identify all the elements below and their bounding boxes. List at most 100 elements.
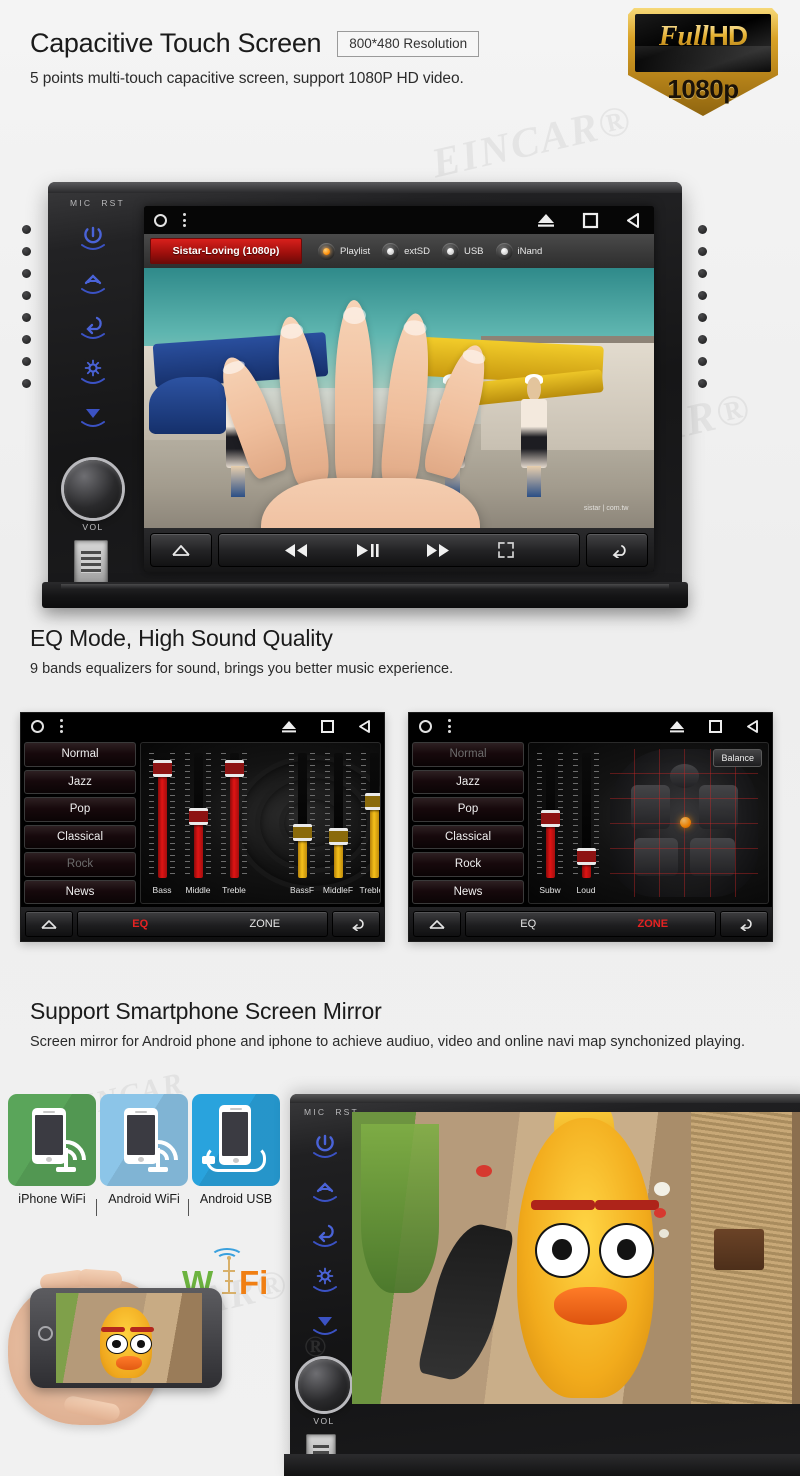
preset-news[interactable]: News: [24, 879, 136, 904]
preset-jazz[interactable]: Jazz: [24, 769, 136, 794]
mic-rst-label: MIC RST: [70, 198, 125, 208]
circle-icon[interactable]: [154, 213, 167, 227]
preset-classical[interactable]: Classical: [412, 824, 524, 849]
balance-position-dot[interactable]: [679, 817, 691, 829]
usb-port: [74, 540, 108, 586]
eq-sliders: Bass Middle Treble BassF MiddleF Trebl: [149, 753, 380, 895]
circle-icon[interactable]: [419, 719, 432, 733]
slider-treblef[interactable]: TrebleF: [360, 753, 380, 895]
home-button[interactable]: [70, 264, 116, 302]
back-triangle-icon[interactable]: [625, 212, 642, 229]
eq-screenshot-right: Normal Jazz Pop Classical Rock News Bala…: [408, 712, 773, 942]
eject-icon[interactable]: [536, 212, 556, 228]
square-recents-icon[interactable]: [582, 212, 599, 229]
preset-jazz[interactable]: Jazz: [412, 769, 524, 794]
skip-next-icon[interactable]: [425, 543, 451, 558]
now-playing-title: Sistar-Loving (1080p): [150, 238, 302, 264]
mirrored-screen-display[interactable]: [352, 1112, 800, 1404]
eq-bottom-bar: EQ ZONE: [21, 907, 384, 941]
source-tab-playlist[interactable]: Playlist: [318, 242, 370, 260]
preset-rock[interactable]: Rock: [412, 852, 524, 877]
preset-normal[interactable]: Normal: [24, 742, 136, 767]
eq-bottom-bar: EQ ZONE: [409, 907, 772, 941]
preset-news[interactable]: News: [412, 879, 524, 904]
fullscreen-icon[interactable]: [497, 541, 515, 559]
volume-knob[interactable]: [298, 1359, 350, 1411]
skip-previous-icon[interactable]: [283, 543, 309, 558]
tile-android-wifi[interactable]: Android WiFi: [100, 1094, 188, 1206]
slider-label: Bass: [152, 885, 172, 895]
home-button[interactable]: [150, 533, 212, 567]
source-tab-usb[interactable]: USB: [441, 242, 484, 260]
badge-full-text: Full: [658, 21, 709, 52]
back-button[interactable]: [720, 911, 768, 937]
eject-button[interactable]: [302, 1304, 348, 1342]
home-button[interactable]: [302, 1172, 348, 1210]
play-pause-icon[interactable]: [355, 543, 379, 558]
back-triangle-icon[interactable]: [357, 719, 372, 734]
tile-label: Android WiFi: [108, 1192, 180, 1206]
tab-zone[interactable]: ZONE: [203, 918, 328, 930]
preset-pop[interactable]: Pop: [412, 797, 524, 822]
back-button[interactable]: [70, 308, 116, 346]
brightness-button[interactable]: [302, 1260, 348, 1298]
slider-label: Middle: [185, 885, 211, 895]
zone-sliders: Subw Loud: [537, 753, 599, 895]
overflow-menu-icon[interactable]: [60, 719, 63, 733]
preset-normal[interactable]: Normal: [412, 742, 524, 767]
eq-zone-tabs: EQ ZONE: [77, 911, 328, 937]
android-status-bar: [409, 713, 772, 739]
brightness-button[interactable]: [70, 352, 116, 390]
badge-hd-text: HD: [708, 20, 748, 51]
home-button[interactable]: [413, 911, 461, 937]
tile-label: Android USB: [199, 1192, 273, 1206]
eject-button[interactable]: [70, 396, 116, 434]
square-recents-icon[interactable]: [320, 719, 335, 734]
tile-iphone-wifi[interactable]: iPhone WiFi: [8, 1094, 96, 1206]
home-button[interactable]: [25, 911, 73, 937]
balance-button[interactable]: Balance: [713, 749, 762, 767]
product-page: EINCAR® EINCAR® EINCAR® EINCAR Capacitiv…: [0, 0, 800, 1476]
overflow-menu-icon[interactable]: [183, 213, 186, 227]
back-button[interactable]: [302, 1216, 348, 1254]
preset-pop[interactable]: Pop: [24, 797, 136, 822]
hardware-button-column: [70, 220, 128, 440]
source-tab-inand[interactable]: iNand: [495, 242, 542, 260]
tab-eq[interactable]: EQ: [78, 918, 203, 930]
section-title: EQ Mode, High Sound Quality: [30, 625, 333, 651]
slider-treble[interactable]: Treble: [221, 753, 247, 895]
volume-knob[interactable]: [64, 460, 122, 518]
wifi-signal-icon: [129, 1131, 187, 1186]
overflow-menu-icon[interactable]: [448, 719, 451, 733]
touchscreen-display[interactable]: Sistar-Loving (1080p) Playlist extSD USB: [144, 206, 654, 572]
volume-label: VOL: [313, 1416, 335, 1426]
power-button[interactable]: [302, 1128, 348, 1166]
square-recents-icon[interactable]: [708, 719, 723, 734]
tab-eq[interactable]: EQ: [466, 918, 591, 930]
home-button-icon: [38, 1326, 53, 1341]
player-control-bar: [144, 528, 654, 572]
tab-zone[interactable]: ZONE: [591, 918, 716, 930]
slider-subw[interactable]: Subw: [537, 753, 563, 895]
slider-label: BassF: [289, 885, 315, 895]
radio-indicator-icon: [441, 242, 459, 260]
slider-bassf[interactable]: BassF: [289, 753, 315, 895]
circle-icon[interactable]: [31, 719, 44, 733]
touchscreen-subtitle: 5 points multi-touch capacitive screen, …: [30, 70, 464, 87]
back-button[interactable]: [332, 911, 380, 937]
preset-rock[interactable]: Rock: [24, 852, 136, 877]
eject-icon[interactable]: [668, 719, 686, 734]
tile-android-usb[interactable]: Android USB: [192, 1094, 280, 1206]
car-interior-diagram: [610, 749, 759, 897]
back-triangle-icon[interactable]: [745, 719, 760, 734]
video-playback-area[interactable]: sistar | com.tw: [144, 268, 654, 528]
slider-middle[interactable]: Middle: [185, 753, 211, 895]
power-button[interactable]: [70, 220, 116, 258]
back-button[interactable]: [586, 533, 648, 567]
slider-middlef[interactable]: MiddleF: [323, 753, 353, 895]
source-tab-extsd[interactable]: extSD: [382, 242, 430, 260]
slider-loud[interactable]: Loud: [573, 753, 599, 895]
eject-icon[interactable]: [280, 719, 298, 734]
slider-bass[interactable]: Bass: [149, 753, 175, 895]
preset-classical[interactable]: Classical: [24, 824, 136, 849]
